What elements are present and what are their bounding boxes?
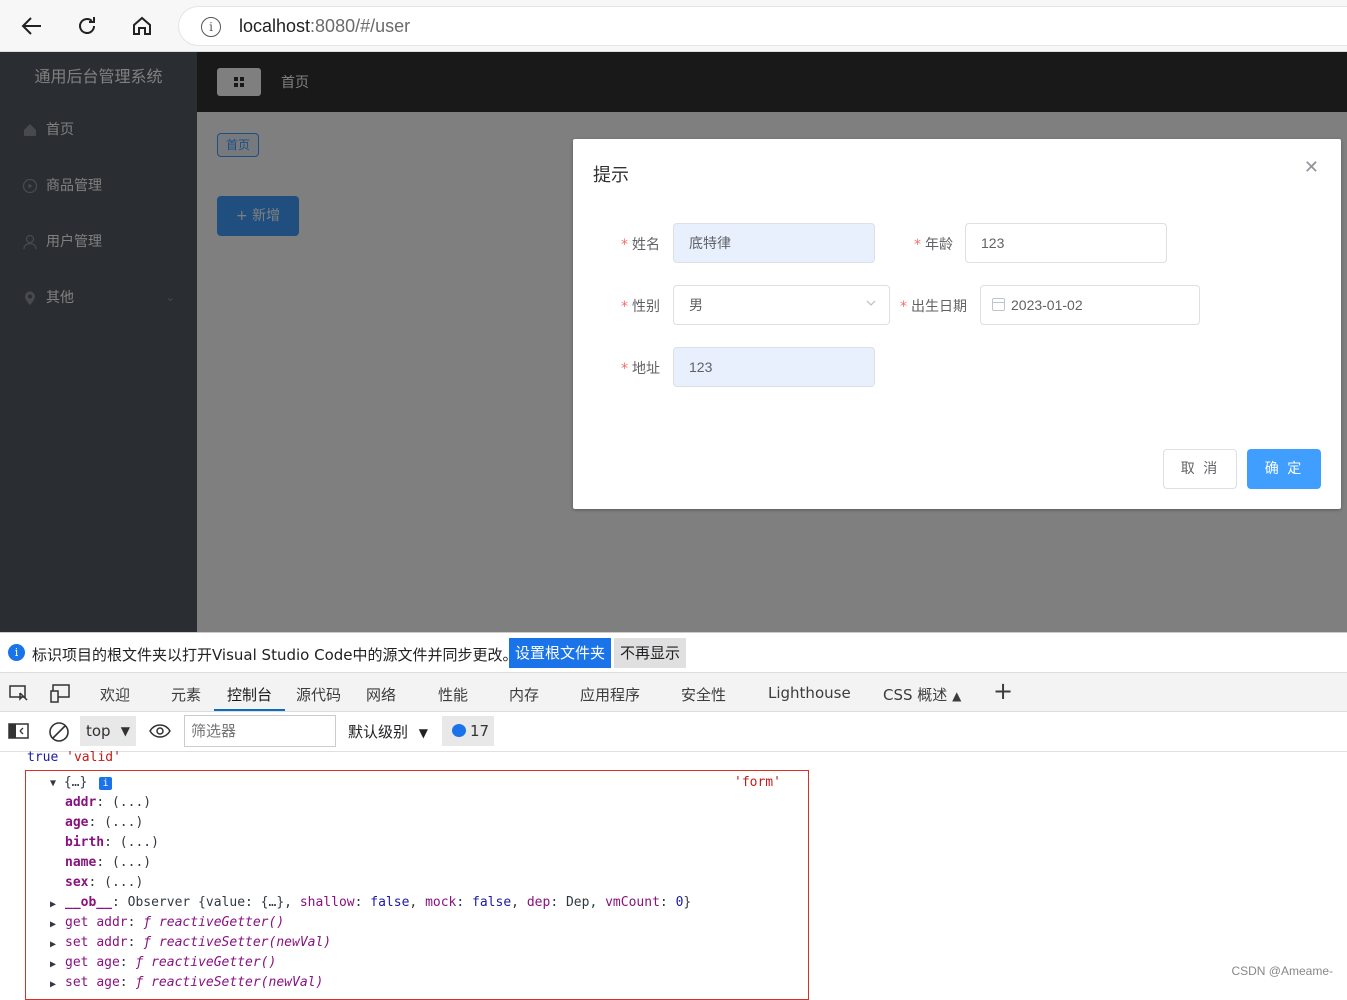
age-field[interactable]: 123 xyxy=(965,223,1167,263)
log-level-value: 默认级别 xyxy=(348,723,409,741)
addr-field[interactable]: 123 xyxy=(673,347,875,387)
tab-css-overview-label: CSS 概述 xyxy=(883,686,948,704)
tab-console[interactable]: 控制台 xyxy=(227,684,272,705)
name-label: * 姓名 xyxy=(621,237,660,253)
tab-sources[interactable]: 源代码 xyxy=(296,684,341,705)
live-expression-eye-icon[interactable] xyxy=(148,723,172,743)
flask-icon: ▲ xyxy=(952,689,962,703)
object-prop[interactable]: age: (...) xyxy=(65,815,143,830)
context-select-value: top xyxy=(86,722,111,740)
refresh-icon[interactable] xyxy=(73,12,101,40)
expand-triangle-icon[interactable]: ▶ xyxy=(50,919,56,930)
info-badge-icon: i xyxy=(99,777,113,790)
object-prop[interactable]: addr: (...) xyxy=(65,795,151,810)
chevron-down-icon xyxy=(865,286,877,324)
watermark: CSDN @Ameame- xyxy=(1231,964,1333,978)
devtools-tab-bar: 欢迎 元素 控制台 源代码 网络 性能 内存 应用程序 安全性 Lighthou… xyxy=(0,672,1347,712)
inspect-element-icon[interactable] xyxy=(8,683,30,703)
message-count-badge[interactable]: 17 xyxy=(442,716,494,746)
expand-triangle-icon[interactable]: ▶ xyxy=(50,959,56,970)
age-label: * 年龄 xyxy=(914,237,953,253)
console-filter-input[interactable]: 筛选器 xyxy=(184,715,336,747)
calendar-icon xyxy=(992,298,1005,311)
expand-triangle-icon: ▼ xyxy=(50,778,57,789)
cancel-button[interactable]: 取 消 xyxy=(1163,449,1237,489)
tab-performance[interactable]: 性能 xyxy=(438,684,468,705)
sex-label: * 性别 xyxy=(621,299,660,315)
caret-down-icon: ▼ xyxy=(120,724,130,738)
expand-triangle-icon[interactable]: ▶ xyxy=(50,979,56,990)
tab-security[interactable]: 安全性 xyxy=(681,684,726,705)
object-prop[interactable]: sex: (...) xyxy=(65,875,143,890)
object-header[interactable]: ▼ {…} i xyxy=(50,775,113,790)
info-icon[interactable]: i xyxy=(201,17,221,37)
caret-down-icon: ▼ xyxy=(418,726,429,740)
birth-date-value: 2023-01-02 xyxy=(1011,297,1083,313)
expand-triangle-icon[interactable]: ▶ xyxy=(50,939,56,950)
clear-console-icon[interactable] xyxy=(48,721,70,747)
accessor-prop[interactable]: set addr: ƒ reactiveSetter(newVal) xyxy=(65,935,331,950)
message-icon xyxy=(452,724,466,737)
set-root-folder-button[interactable]: 设置根文件夹 xyxy=(509,638,612,668)
log-level-select[interactable]: 默认级别 ▼ xyxy=(348,721,428,742)
context-select[interactable]: top ▼ xyxy=(80,716,136,746)
birth-date-picker[interactable]: 2023-01-02 xyxy=(980,285,1200,325)
tab-memory[interactable]: 内存 xyxy=(509,684,539,705)
address-bar[interactable]: i localhost:8080/#/user xyxy=(178,6,1347,46)
home-icon[interactable] xyxy=(128,12,156,40)
tab-lighthouse[interactable]: Lighthouse xyxy=(768,684,851,702)
object-prop[interactable]: name: (...) xyxy=(65,855,151,870)
confirm-button[interactable]: 确 定 xyxy=(1247,449,1321,489)
message-count: 17 xyxy=(470,722,490,740)
object-prop[interactable]: birth: (...) xyxy=(65,835,159,850)
addr-label: * 地址 xyxy=(621,361,660,377)
sex-select-value: 男 xyxy=(689,297,703,313)
url-text: localhost:8080/#/user xyxy=(239,16,411,36)
close-icon[interactable]: ✕ xyxy=(1304,157,1319,178)
accessor-prop[interactable]: set age: ƒ reactiveSetter(newVal) xyxy=(65,975,323,990)
tab-css-overview[interactable]: CSS 概述 ▲ xyxy=(883,684,961,705)
sex-select[interactable]: 男 xyxy=(673,285,890,325)
console-toolbar: top ▼ 筛选器 默认级别 ▼ 17 xyxy=(0,712,1347,752)
tab-welcome[interactable]: 欢迎 xyxy=(100,684,130,705)
console-output: true 'valid' ▼ {…} i 'form' addr: (...) … xyxy=(0,750,1347,1000)
highlight-box: ▼ {…} i 'form' addr: (...) age: (...) bi… xyxy=(25,770,809,1000)
accessor-prop[interactable]: get addr: ƒ reactiveGetter() xyxy=(65,915,284,930)
edit-dialog: 提示 ✕ * 姓名 底特律 * 年龄 123 * 性别 男 * 出生日期 2023-01… xyxy=(573,139,1341,509)
tab-network[interactable]: 网络 xyxy=(366,684,396,705)
expand-triangle-icon[interactable]: ▶ xyxy=(50,899,56,910)
devtools-notice-bar: i 标识项目的根文件夹以打开Visual Studio Code中的源文件并同步… xyxy=(0,632,1347,672)
object-tag: 'form' xyxy=(734,775,781,790)
notice-text: 标识项目的根文件夹以打开Visual Studio Code中的源文件并同步更改… xyxy=(32,646,518,664)
browser-toolbar: i localhost:8080/#/user xyxy=(0,0,1347,52)
device-toolbar-icon[interactable] xyxy=(50,683,72,703)
info-icon: i xyxy=(8,644,25,661)
console-line: true 'valid' xyxy=(27,750,121,765)
tab-elements[interactable]: 元素 xyxy=(171,684,201,705)
app: 通用后台管理系统 首页 商品管理 用户管理 其他 ⌄ xyxy=(0,52,1347,632)
tab-application[interactable]: 应用程序 xyxy=(580,684,640,705)
dont-show-again-button[interactable]: 不再显示 xyxy=(614,638,687,668)
back-icon[interactable] xyxy=(18,12,46,40)
active-tab-indicator xyxy=(214,709,285,711)
name-field[interactable]: 底特律 xyxy=(673,223,875,263)
more-tabs-plus-icon[interactable]: + xyxy=(993,677,1013,705)
observer-prop[interactable]: __ob__: Observer {value: {…}, shallow: f… xyxy=(65,895,691,910)
birth-label: * 出生日期 xyxy=(900,299,967,315)
sidebar-toggle-icon[interactable] xyxy=(8,722,30,744)
dialog-title: 提示 xyxy=(593,165,629,186)
accessor-prop[interactable]: get age: ƒ reactiveGetter() xyxy=(65,955,276,970)
object-label: {…} xyxy=(63,775,88,790)
